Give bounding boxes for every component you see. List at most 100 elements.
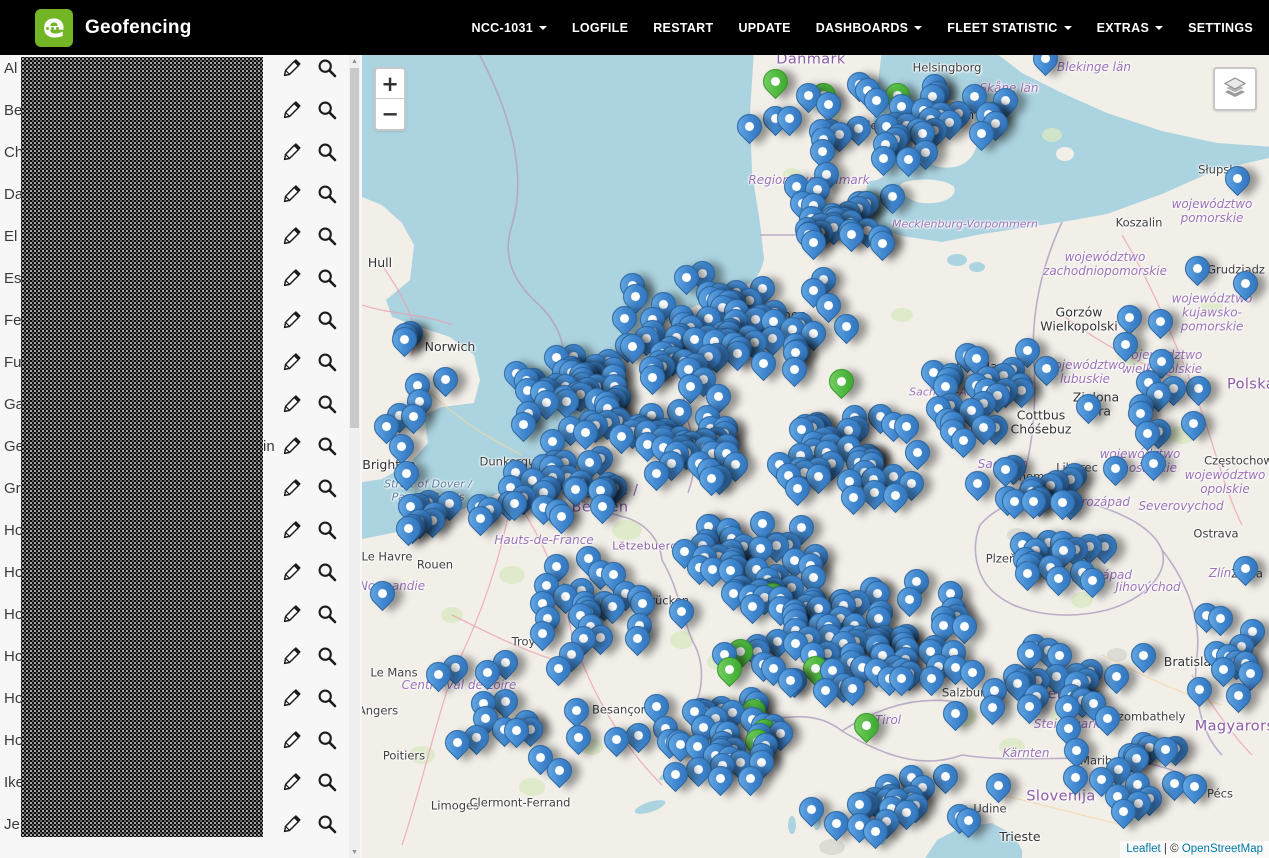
zoom-to-geofence-button[interactable] bbox=[314, 433, 340, 459]
zoom-to-geofence-button[interactable] bbox=[314, 139, 340, 165]
geofence-list-item[interactable]: Ho bbox=[0, 635, 362, 677]
geofence-list-item[interactable]: Fu bbox=[0, 341, 362, 383]
blue-map-marker-icon[interactable] bbox=[1097, 451, 1132, 486]
blue-map-marker-icon[interactable] bbox=[980, 768, 1015, 803]
zoom-to-geofence-button[interactable] bbox=[314, 601, 340, 627]
nav-item-restart[interactable]: RESTART bbox=[653, 21, 713, 35]
edit-geofence-button[interactable] bbox=[279, 97, 305, 123]
geofence-list-item[interactable]: Fe bbox=[0, 299, 362, 341]
blue-map-marker-icon[interactable] bbox=[1227, 551, 1262, 586]
edit-geofence-button[interactable] bbox=[279, 685, 305, 711]
green-map-marker-icon[interactable] bbox=[757, 64, 792, 99]
map-canvas[interactable]: HullNorwichBrightonLe HavreRouenLe MansA… bbox=[362, 55, 1269, 858]
blue-map-marker-icon[interactable] bbox=[1099, 659, 1134, 694]
edit-geofence-button[interactable] bbox=[279, 307, 305, 333]
blue-map-marker-icon[interactable] bbox=[1027, 55, 1062, 76]
zoom-to-geofence-button[interactable] bbox=[314, 475, 340, 501]
nav-item-ncc-1031[interactable]: NCC-1031 bbox=[472, 21, 547, 35]
edit-geofence-button[interactable] bbox=[279, 433, 305, 459]
edit-geofence-button[interactable] bbox=[279, 811, 305, 837]
blue-map-marker-icon[interactable] bbox=[1227, 266, 1262, 301]
blue-map-marker-icon[interactable] bbox=[1070, 389, 1105, 424]
blue-map-marker-icon[interactable] bbox=[1179, 251, 1214, 286]
geofence-list-item[interactable]: Ho bbox=[0, 593, 362, 635]
geofence-list-item[interactable]: Ho bbox=[0, 509, 362, 551]
zoom-to-geofence-button[interactable] bbox=[314, 811, 340, 837]
blue-map-marker-icon[interactable] bbox=[389, 456, 424, 491]
zoom-to-geofence-button[interactable] bbox=[314, 181, 340, 207]
blue-map-marker-icon[interactable] bbox=[561, 719, 596, 754]
blue-map-marker-icon[interactable] bbox=[1112, 300, 1147, 335]
edit-geofence-button[interactable] bbox=[279, 643, 305, 669]
edit-geofence-button[interactable] bbox=[279, 601, 305, 627]
edit-geofence-button[interactable] bbox=[279, 517, 305, 543]
edit-geofence-button[interactable] bbox=[279, 55, 305, 81]
geofence-list-item[interactable]: Gr bbox=[0, 467, 362, 509]
zoom-to-geofence-button[interactable] bbox=[314, 391, 340, 417]
nav-item-extras[interactable]: EXTRAS bbox=[1097, 21, 1164, 35]
geofence-list-item[interactable]: Da bbox=[0, 173, 362, 215]
zoom-to-geofence-button[interactable] bbox=[314, 643, 340, 669]
blue-map-marker-icon[interactable] bbox=[959, 466, 994, 501]
geofence-list-item[interactable]: Ge in bbox=[0, 425, 362, 467]
nav-item-settings[interactable]: SETTINGS bbox=[1188, 21, 1253, 35]
blue-map-marker-icon[interactable] bbox=[732, 108, 767, 143]
blue-map-marker-icon[interactable] bbox=[1108, 327, 1143, 362]
geofence-list-item[interactable]: Je bbox=[0, 803, 362, 845]
green-map-marker-icon[interactable] bbox=[823, 364, 858, 399]
nav-item-dashboards[interactable]: DASHBOARDS bbox=[816, 21, 923, 35]
leaflet-link[interactable]: Leaflet bbox=[1126, 843, 1161, 855]
layers-control[interactable] bbox=[1213, 67, 1257, 111]
geofence-list-item[interactable]: El bbox=[0, 215, 362, 257]
nav-item-logfile[interactable]: LOGFILE bbox=[572, 21, 628, 35]
geofence-list-item[interactable]: Ga bbox=[0, 383, 362, 425]
nav-item-fleet-statistic[interactable]: FLEET STATISTIC bbox=[947, 21, 1071, 35]
osm-link[interactable]: OpenStreetMap bbox=[1182, 843, 1263, 855]
edit-geofence-button[interactable] bbox=[279, 181, 305, 207]
zoom-to-geofence-button[interactable] bbox=[314, 223, 340, 249]
nav-item-update[interactable]: UPDATE bbox=[738, 21, 790, 35]
zoom-to-geofence-button[interactable] bbox=[314, 685, 340, 711]
scrollbar-thumb[interactable] bbox=[350, 68, 359, 428]
blue-map-marker-icon[interactable] bbox=[1182, 672, 1217, 707]
zoom-to-geofence-button[interactable] bbox=[314, 97, 340, 123]
zoom-to-geofence-button[interactable] bbox=[314, 559, 340, 585]
zoom-to-geofence-button[interactable] bbox=[314, 517, 340, 543]
edit-geofence-button[interactable] bbox=[279, 391, 305, 417]
geofence-list-item[interactable]: Ho bbox=[0, 719, 362, 761]
green-map-marker-icon[interactable] bbox=[848, 708, 883, 743]
edit-geofence-button[interactable] bbox=[279, 139, 305, 165]
geofence-list-item[interactable]: Ho bbox=[0, 677, 362, 719]
edit-geofence-button[interactable] bbox=[279, 223, 305, 249]
geofence-list-item[interactable]: Al bbox=[0, 55, 362, 89]
zoom-to-geofence-button[interactable] bbox=[314, 55, 340, 81]
blue-map-marker-icon[interactable] bbox=[559, 693, 594, 728]
blue-map-marker-icon[interactable] bbox=[1219, 161, 1254, 196]
blue-map-marker-icon[interactable] bbox=[664, 593, 699, 628]
geofence-list-item[interactable]: Ike bbox=[0, 761, 362, 803]
blue-map-marker-icon[interactable] bbox=[875, 179, 910, 214]
edit-geofence-button[interactable] bbox=[279, 349, 305, 375]
zoom-to-geofence-button[interactable] bbox=[314, 265, 340, 291]
scroll-up-arrow-icon[interactable]: ▲ bbox=[349, 55, 360, 67]
edit-geofence-button[interactable] bbox=[279, 265, 305, 291]
blue-map-marker-icon[interactable] bbox=[1126, 638, 1161, 673]
edit-geofence-button[interactable] bbox=[279, 727, 305, 753]
zoom-to-geofence-button[interactable] bbox=[314, 349, 340, 375]
zoom-to-geofence-button[interactable] bbox=[314, 727, 340, 753]
scroll-down-arrow-icon[interactable]: ▼ bbox=[349, 846, 360, 858]
blue-map-marker-icon[interactable] bbox=[1142, 304, 1177, 339]
zoom-to-geofence-button[interactable] bbox=[314, 769, 340, 795]
blue-map-marker-icon[interactable] bbox=[1176, 406, 1211, 441]
edit-geofence-button[interactable] bbox=[279, 475, 305, 501]
zoom-in-button[interactable]: + bbox=[376, 69, 404, 99]
geofence-list-item[interactable]: Es bbox=[0, 257, 362, 299]
edit-geofence-button[interactable] bbox=[279, 769, 305, 795]
blue-map-marker-icon[interactable] bbox=[427, 362, 462, 397]
geofence-list-item[interactable]: Be bbox=[0, 89, 362, 131]
zoom-out-button[interactable]: − bbox=[376, 99, 404, 129]
blue-map-marker-icon[interactable] bbox=[1136, 446, 1171, 481]
edit-geofence-button[interactable] bbox=[279, 559, 305, 585]
geofence-list-item[interactable]: Ho bbox=[0, 551, 362, 593]
blue-map-marker-icon[interactable] bbox=[938, 696, 973, 731]
